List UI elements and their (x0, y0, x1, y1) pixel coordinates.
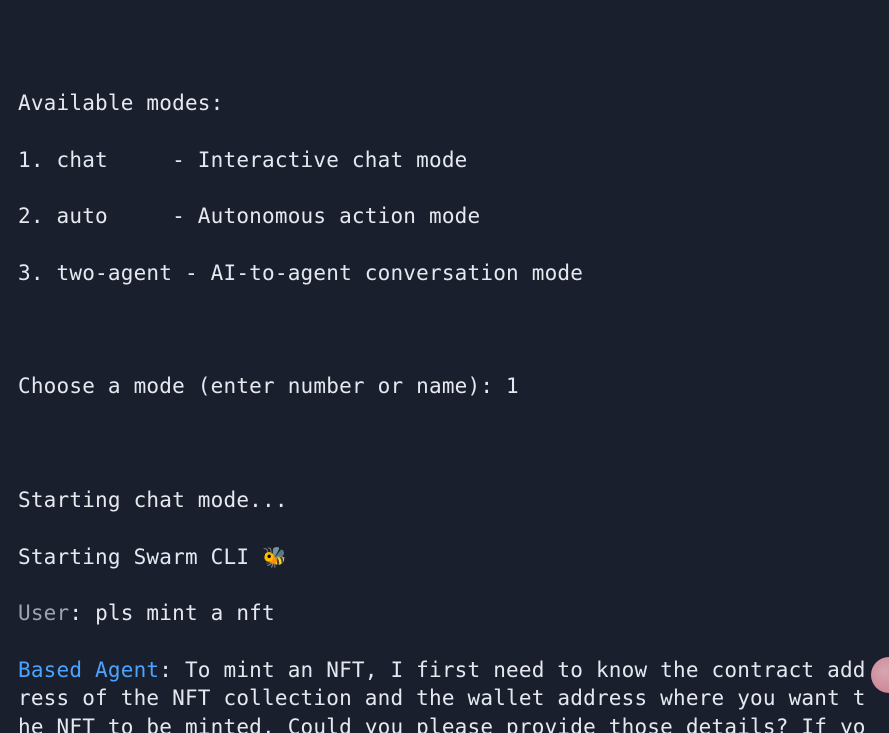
available-modes-header: Available modes: (18, 89, 871, 117)
mode-name: two-agent (57, 261, 173, 285)
chat-turn-agent-1: Based Agent: To mint an NFT, I first nee… (18, 656, 871, 733)
mode-line-2: 2. auto - Autonomous action mode (18, 202, 871, 230)
starting-swarm-text: Starting Swarm CLI (18, 545, 262, 569)
colon: : (159, 658, 185, 682)
chat-turn-user-1: User: pls mint a nft (18, 599, 871, 627)
choose-mode-prompt: Choose a mode (enter number or name): (18, 374, 506, 398)
mode-desc: - Autonomous action mode (172, 204, 480, 228)
starting-swarm-line: Starting Swarm CLI 🐝 (18, 543, 871, 571)
mode-num: 1. (18, 148, 44, 172)
user-label: User (18, 601, 69, 625)
blank-line (18, 429, 871, 457)
starting-chat-line: Starting chat mode... (18, 486, 871, 514)
terminal-output[interactable]: Available modes: 1. chat - Interactive c… (0, 0, 889, 733)
mode-line-1: 1. chat - Interactive chat mode (18, 146, 871, 174)
agent-label: Based Agent (18, 658, 159, 682)
mode-desc: - AI-to-agent conversation mode (185, 261, 583, 285)
bee-icon: 🐝 (262, 544, 287, 571)
mode-num: 3. (18, 261, 44, 285)
blank-line (18, 32, 871, 60)
mode-desc: - Interactive chat mode (172, 148, 467, 172)
mode-line-3: 3. two-agent - AI-to-agent conversation … (18, 259, 871, 287)
blank-line (18, 316, 871, 344)
user-message: pls mint a nft (95, 601, 275, 625)
mode-name: auto (57, 204, 173, 228)
choose-mode-line: Choose a mode (enter number or name): 1 (18, 372, 871, 400)
colon: : (69, 601, 95, 625)
mode-num: 2. (18, 204, 44, 228)
mode-name: chat (57, 148, 173, 172)
choose-mode-value: 1 (506, 374, 519, 398)
